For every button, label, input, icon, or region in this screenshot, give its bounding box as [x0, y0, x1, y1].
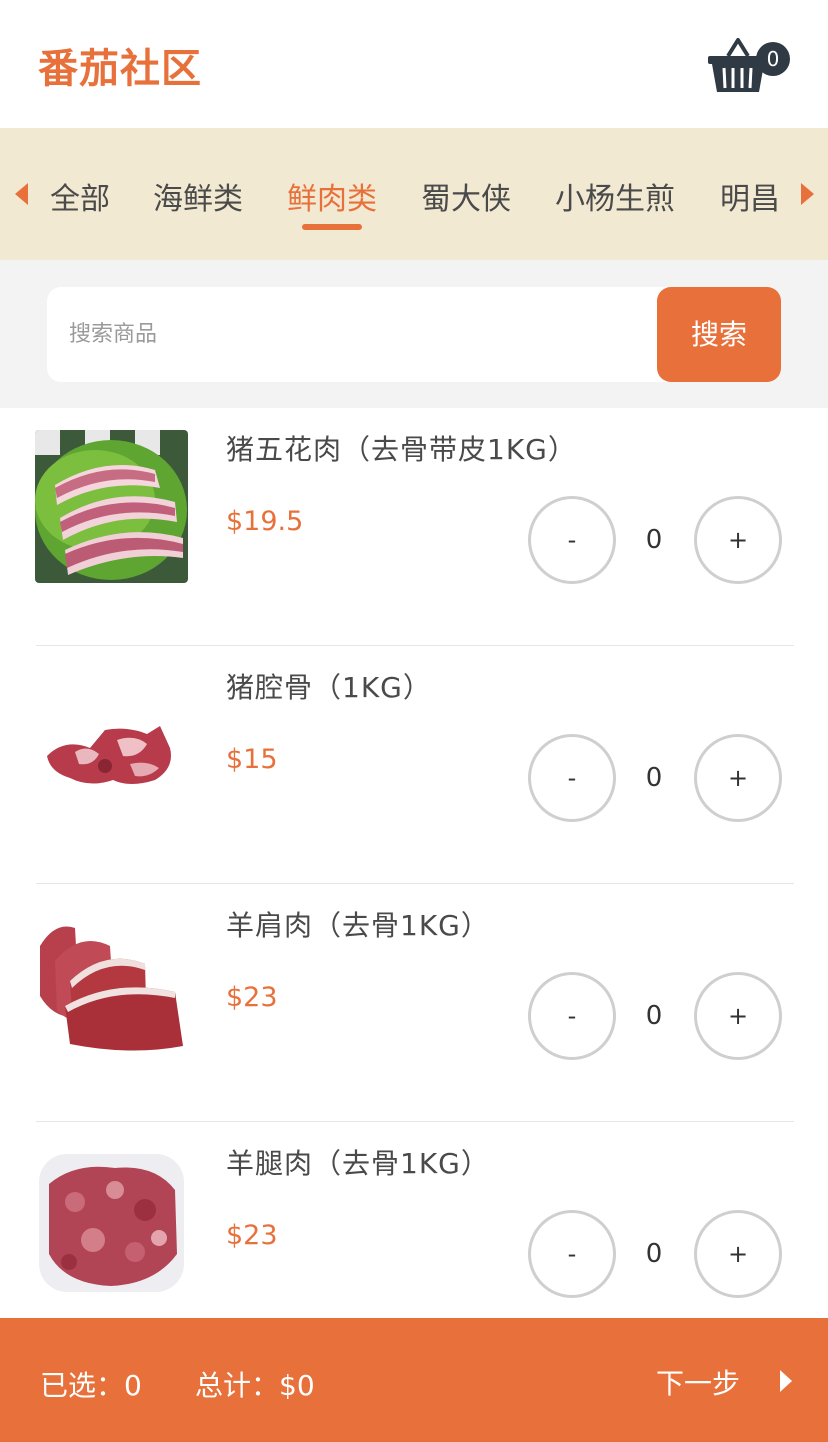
tabs-scroll-right-button[interactable]	[792, 128, 822, 260]
total-amount: 总计：$0	[195, 1364, 315, 1404]
quantity-value: 0	[645, 1239, 663, 1269]
caret-right-icon[interactable]	[780, 1370, 792, 1392]
tabs-scroll-left-button[interactable]	[6, 128, 36, 260]
search-bar: 搜索	[0, 260, 828, 408]
decrease-quantity-button[interactable]: -	[528, 1210, 616, 1298]
quantity-value: 0	[645, 1001, 663, 1031]
product-price: $19.5	[226, 506, 304, 537]
product-image-pork-spine	[35, 668, 188, 821]
product-image-pork-belly	[35, 430, 188, 583]
total-label: 总计：	[195, 1369, 280, 1402]
search-input[interactable]	[47, 287, 667, 382]
tab-shudaxia[interactable]: 蜀大侠	[421, 174, 511, 218]
tab-seafood[interactable]: 海鲜类	[153, 174, 243, 218]
product-list[interactable]: 猪五花肉（去骨带皮1KG） $19.5 - 0 + 猪腔骨（1KG） $15 -…	[0, 408, 828, 1318]
product-item: 猪腔骨（1KG） $15 - 0 +	[0, 646, 828, 884]
total-value: $0	[279, 1369, 315, 1402]
selected-value: 0	[124, 1369, 142, 1402]
product-name: 猪五花肉（去骨带皮1KG）	[226, 433, 577, 466]
product-price: $23	[226, 1220, 278, 1251]
tab-mingchang[interactable]: 明昌	[720, 174, 780, 218]
product-image-lamb-leg	[35, 1144, 188, 1297]
checkout-bar: 已选：0 总计：$0 下一步	[0, 1318, 828, 1442]
product-name: 羊肩肉（去骨1KG）	[226, 909, 490, 942]
caret-right-icon	[800, 183, 814, 205]
caret-left-icon	[14, 183, 28, 205]
search-button[interactable]: 搜索	[657, 287, 781, 382]
increase-quantity-button[interactable]: +	[694, 1210, 782, 1298]
increase-quantity-button[interactable]: +	[694, 734, 782, 822]
increase-quantity-button[interactable]: +	[694, 496, 782, 584]
product-name: 羊腿肉（去骨1KG）	[226, 1147, 490, 1180]
app-logo: 番茄社区	[38, 46, 202, 92]
product-item: 羊肩肉（去骨1KG） $23 - 0 +	[0, 884, 828, 1122]
tab-all[interactable]: 全部	[50, 174, 110, 218]
category-tabs: 全部 海鲜类 鲜肉类 蜀大侠 小杨生煎 明昌	[0, 128, 828, 260]
product-item: 猪五花肉（去骨带皮1KG） $19.5 - 0 +	[0, 408, 828, 646]
app-header: 番茄社区 0	[0, 0, 828, 128]
tab-strip: 全部 海鲜类 鲜肉类 蜀大侠 小杨生煎 明昌	[40, 128, 786, 260]
tab-fresh-meat[interactable]: 鲜肉类	[287, 174, 377, 218]
cart-count-badge: 0	[756, 42, 790, 76]
next-step-button[interactable]: 下一步	[656, 1362, 740, 1402]
quantity-value: 0	[645, 525, 663, 555]
decrease-quantity-button[interactable]: -	[528, 496, 616, 584]
active-tab-indicator	[302, 224, 362, 230]
decrease-quantity-button[interactable]: -	[528, 734, 616, 822]
selected-count: 已选：0	[40, 1364, 142, 1404]
product-price: $15	[226, 744, 278, 775]
product-item: 羊腿肉（去骨1KG） $23 - 0 +	[0, 1122, 828, 1318]
quantity-value: 0	[645, 763, 663, 793]
selected-label: 已选：	[40, 1369, 125, 1402]
increase-quantity-button[interactable]: +	[694, 972, 782, 1060]
decrease-quantity-button[interactable]: -	[528, 972, 616, 1060]
product-image-lamb-shoulder	[35, 906, 188, 1059]
cart-button[interactable]: 0	[706, 28, 790, 98]
product-price: $23	[226, 982, 278, 1013]
product-name: 猪腔骨（1KG）	[226, 671, 432, 704]
tab-xiaoyang-shengjian[interactable]: 小杨生煎	[555, 174, 675, 218]
